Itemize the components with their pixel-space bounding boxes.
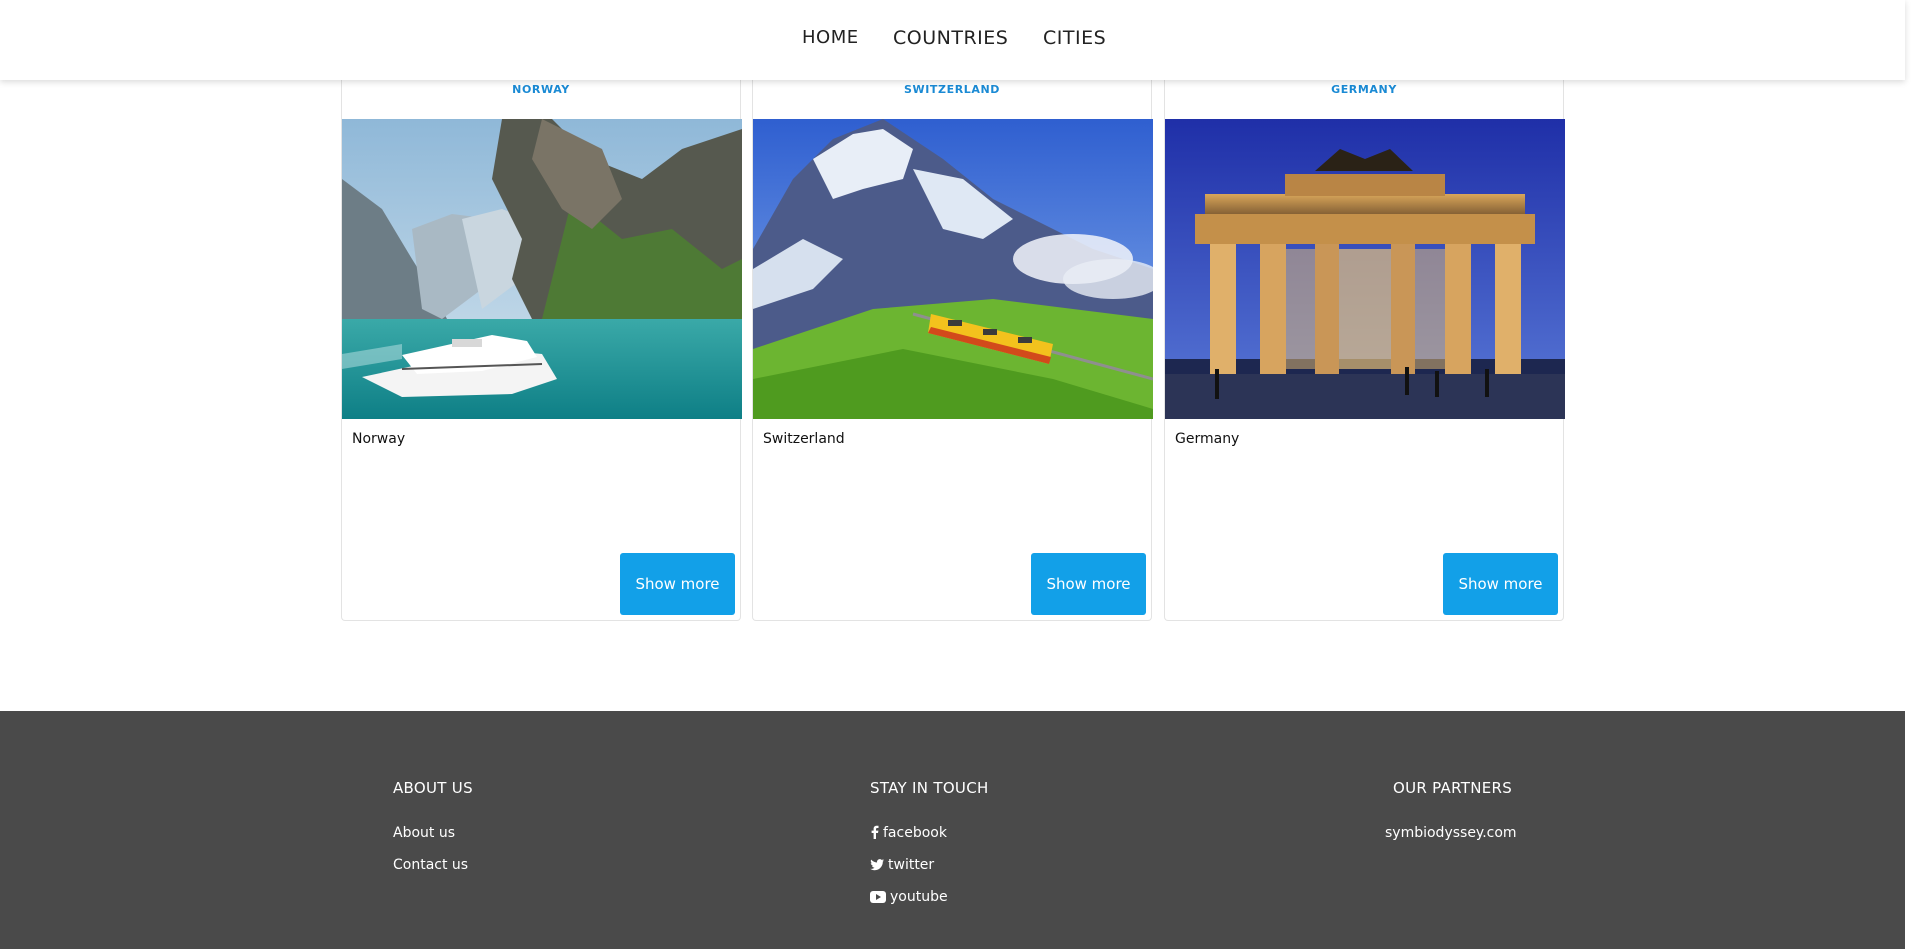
country-card-germany: GERMANY Germany Show more: [1164, 72, 1565, 621]
show-more-button[interactable]: Show more: [1031, 553, 1146, 615]
card-header: NORWAY: [512, 83, 570, 96]
nav-home-link[interactable]: HOME: [802, 27, 859, 48]
stay-in-touch-heading: STAY IN TOUCH: [870, 779, 989, 797]
country-card-norway: NORWAY Norway Show more: [341, 72, 742, 621]
facebook-icon: [870, 825, 879, 843]
norway-image: [342, 119, 742, 419]
germany-image: [1165, 119, 1565, 419]
switzerland-image: [753, 119, 1153, 419]
country-card-switzerland: SWITZERLAND Switzerland Show more: [752, 72, 1153, 621]
twitter-icon: [870, 859, 884, 875]
card-header: GERMANY: [1331, 83, 1397, 96]
show-more-button[interactable]: Show more: [1443, 553, 1558, 615]
our-partners-heading: OUR PARTNERS: [1393, 779, 1513, 797]
nav-countries-link[interactable]: COUNTRIES: [893, 27, 1008, 49]
footer: ABOUT US About us Contact us STAY IN TOU…: [0, 711, 1905, 949]
top-navbar: HOME COUNTRIES CITIES: [0, 0, 1905, 80]
show-more-button[interactable]: Show more: [620, 553, 735, 615]
nav-cities-link[interactable]: CITIES: [1043, 27, 1106, 49]
card-header: SWITZERLAND: [903, 83, 1001, 96]
youtube-link[interactable]: youtube: [870, 889, 948, 907]
about-us-link[interactable]: About us: [393, 825, 455, 841]
facebook-label: facebook: [883, 825, 947, 841]
contact-us-link[interactable]: Contact us: [393, 857, 468, 873]
card-title: Germany: [1175, 431, 1240, 447]
about-us-heading: ABOUT US: [393, 779, 473, 797]
card-title: Norway: [352, 431, 406, 447]
partner-link-symbiodyssey[interactable]: symbiodyssey.com: [1385, 825, 1517, 841]
youtube-label: youtube: [890, 889, 948, 905]
youtube-icon: [870, 891, 886, 907]
twitter-link[interactable]: twitter: [870, 857, 934, 875]
twitter-label: twitter: [888, 857, 935, 873]
card-title: Switzerland: [763, 431, 845, 447]
facebook-link[interactable]: facebook: [870, 825, 947, 843]
